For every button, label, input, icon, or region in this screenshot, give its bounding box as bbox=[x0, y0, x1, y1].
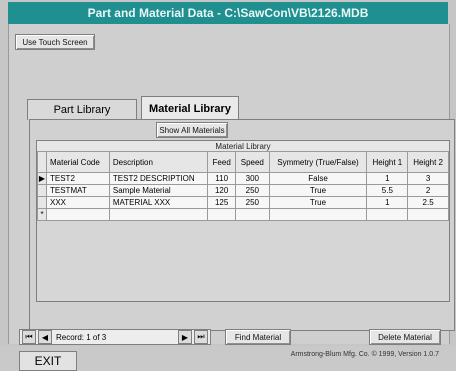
cell-description[interactable]: Sample Material bbox=[108, 184, 209, 197]
exit-button[interactable]: EXIT bbox=[19, 351, 77, 371]
col-material-code: Material Code bbox=[46, 151, 110, 173]
cell-speed[interactable]: 250 bbox=[235, 196, 270, 209]
material-grid: Material Library Material Code Descripti… bbox=[36, 140, 450, 302]
cell-description[interactable]: MATERIAL XXX bbox=[108, 196, 209, 209]
cell-symmetry[interactable]: False bbox=[268, 172, 368, 185]
table-row[interactable]: ▶ TEST2 TEST2 DESCRIPTION 110 300 False … bbox=[37, 172, 449, 185]
cell-height1[interactable]: 1 bbox=[366, 172, 409, 185]
show-all-materials-button[interactable]: Show All Materials bbox=[156, 122, 228, 138]
row-marker bbox=[37, 196, 47, 209]
first-record-button[interactable]: ⏮ bbox=[22, 330, 36, 344]
table-row[interactable]: XXX MATERIAL XXX 125 250 True 1 2.5 bbox=[37, 196, 449, 209]
grid-navigation: ⏮ ◀ Record: 1 of 3 ▶ ⏭ Find Material Del… bbox=[19, 329, 443, 347]
cell-code[interactable]: TEST2 bbox=[46, 172, 110, 185]
cell-height2[interactable]: 2.5 bbox=[407, 196, 449, 209]
cell-description[interactable]: TEST2 DESCRIPTION bbox=[108, 172, 209, 185]
delete-material-button[interactable]: Delete Material bbox=[369, 329, 441, 345]
cell-height1[interactable] bbox=[366, 208, 409, 221]
row-marker-header bbox=[37, 151, 47, 173]
main-area: Use Touch Screen Part Library Material L… bbox=[8, 24, 455, 371]
cell-height2[interactable] bbox=[407, 208, 449, 221]
cell-code[interactable]: TESTMAT bbox=[46, 184, 110, 197]
cell-height1[interactable]: 1 bbox=[366, 196, 409, 209]
row-marker bbox=[37, 184, 47, 197]
cell-speed[interactable] bbox=[235, 208, 270, 221]
col-height2: Height 2 bbox=[407, 151, 449, 173]
next-record-button[interactable]: ▶ bbox=[178, 330, 192, 344]
cell-feed[interactable]: 110 bbox=[207, 172, 237, 185]
material-library-panel: Show All Materials Material Library Mate… bbox=[29, 119, 455, 331]
material-table: Material Code Description Feed Speed Sym… bbox=[37, 151, 449, 221]
cell-code[interactable] bbox=[46, 208, 110, 221]
row-marker: * bbox=[37, 208, 47, 221]
use-touch-screen-button[interactable]: Use Touch Screen bbox=[15, 34, 95, 50]
table-row-new[interactable]: * bbox=[37, 208, 449, 221]
cell-height1[interactable]: 5.5 bbox=[366, 184, 409, 197]
cell-height2[interactable]: 2 bbox=[407, 184, 449, 197]
row-marker: ▶ bbox=[37, 172, 47, 185]
prev-icon: ◀ bbox=[41, 332, 49, 342]
col-description: Description bbox=[108, 151, 209, 173]
cell-height2[interactable]: 3 bbox=[407, 172, 449, 185]
cell-description[interactable] bbox=[108, 208, 209, 221]
cell-feed[interactable]: 125 bbox=[207, 196, 237, 209]
record-text: Record: 1 of 3 bbox=[56, 332, 107, 342]
col-symmetry: Symmetry (True/False) bbox=[268, 151, 368, 173]
window-title: Part and Material Data - C:\SawCon\VB\21… bbox=[8, 2, 448, 24]
cell-symmetry[interactable]: True bbox=[268, 196, 368, 209]
col-feed: Feed bbox=[207, 151, 237, 173]
tab-material-library[interactable]: Material Library bbox=[141, 96, 239, 120]
next-icon: ▶ bbox=[181, 332, 189, 342]
cell-speed[interactable]: 250 bbox=[235, 184, 270, 197]
table-row[interactable]: TESTMAT Sample Material 120 250 True 5.5… bbox=[37, 184, 449, 197]
cell-feed[interactable] bbox=[207, 208, 237, 221]
last-icon: ⏭ bbox=[197, 332, 205, 341]
version-status: Armstrong-Blum Mfg. Co. © 1999, Version … bbox=[290, 351, 439, 358]
record-navigator: ⏮ ◀ Record: 1 of 3 ▶ ⏭ bbox=[19, 329, 211, 345]
tab-label: Part Library bbox=[53, 104, 111, 116]
prev-record-button[interactable]: ◀ bbox=[38, 330, 52, 344]
last-record-button[interactable]: ⏭ bbox=[194, 330, 208, 344]
find-material-button[interactable]: Find Material bbox=[225, 329, 291, 345]
first-icon: ⏮ bbox=[25, 332, 33, 341]
cell-code[interactable]: XXX bbox=[46, 196, 110, 209]
cell-symmetry[interactable]: True bbox=[268, 184, 368, 197]
col-speed: Speed bbox=[235, 151, 270, 173]
cell-feed[interactable]: 120 bbox=[207, 184, 237, 197]
cell-symmetry[interactable] bbox=[268, 208, 368, 221]
cell-speed[interactable]: 300 bbox=[235, 172, 270, 185]
tab-label: Material Library bbox=[149, 102, 231, 115]
col-height1: Height 1 bbox=[366, 151, 409, 173]
tab-part-library[interactable]: Part Library bbox=[27, 99, 137, 120]
window: Part and Material Data - C:\SawCon\VB\21… bbox=[0, 0, 456, 371]
